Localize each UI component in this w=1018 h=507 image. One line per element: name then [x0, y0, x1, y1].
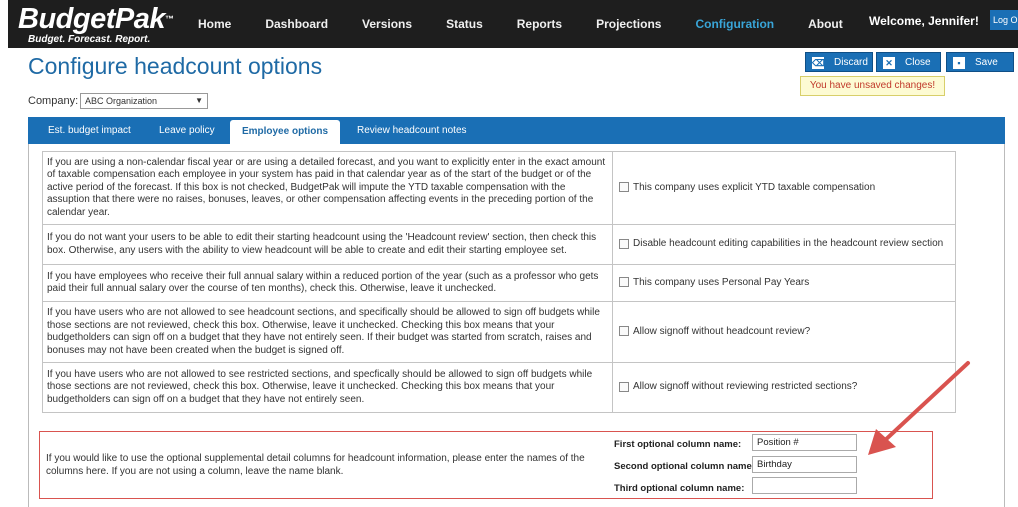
- table-row: If you have users who are not allowed to…: [42, 362, 956, 413]
- checkbox[interactable]: [619, 238, 629, 249]
- first-column-label: First optional column name:: [614, 439, 742, 450]
- tab-est-budget-impact[interactable]: Est. budget impact: [48, 117, 131, 144]
- third-column-label: Third optional column name:: [614, 483, 745, 494]
- budgetpak-logo[interactable]: BudgetPak™ Budget. Forecast. Report.: [18, 3, 174, 45]
- nav-item-about[interactable]: About: [808, 0, 843, 48]
- trash-icon: ⌫: [812, 57, 825, 69]
- logout-button[interactable]: Log Out: [990, 10, 1018, 30]
- company-select[interactable]: ABC Organization ▼: [80, 93, 208, 109]
- nav-item-status[interactable]: Status: [446, 0, 483, 48]
- logo-trademark: ™: [164, 14, 174, 24]
- third-column-input[interactable]: [752, 477, 857, 494]
- option-label: This company uses Personal Pay Years: [633, 276, 810, 288]
- logo-name: BudgetPak: [18, 3, 165, 35]
- top-nav-bar: BudgetPak™ Budget. Forecast. Report. Hom…: [8, 0, 1018, 48]
- company-select-value: ABC Organization: [85, 96, 158, 106]
- supplemental-description: If you would like to use the optional su…: [46, 453, 585, 477]
- second-column-label: Second optional column name:: [614, 461, 755, 472]
- welcome-message: Welcome, Jennifer!: [869, 14, 979, 28]
- table-row: If you do not want your users to be able…: [42, 224, 956, 265]
- page-title: Configure headcount options: [28, 53, 323, 79]
- option-control: This company uses Personal Pay Years: [612, 264, 956, 302]
- option-description: If you are using a non-calendar fiscal y…: [42, 151, 613, 225]
- save-button[interactable]: ▪ Save: [946, 52, 1014, 72]
- close-icon: ✕: [883, 57, 895, 69]
- option-label: Disable headcount editing capabilities i…: [633, 238, 944, 250]
- close-label: Close: [905, 57, 931, 68]
- tab-bar: Est. budget impact Leave policy Employee…: [28, 117, 1005, 144]
- discard-label: Discard: [834, 57, 868, 68]
- option-control: Disable headcount editing capabilities i…: [612, 224, 956, 265]
- nav-item-reports[interactable]: Reports: [517, 0, 562, 48]
- checkbox[interactable]: [619, 277, 629, 288]
- tab-review-headcount-notes[interactable]: Review headcount notes: [357, 117, 467, 144]
- save-label: Save: [975, 57, 998, 68]
- table-row: If you have employees who receive their …: [42, 264, 956, 302]
- close-button[interactable]: ✕ Close: [876, 52, 941, 72]
- second-column-input[interactable]: Birthday: [752, 456, 857, 473]
- option-description: If you have employees who receive their …: [42, 264, 613, 302]
- tab-leave-policy[interactable]: Leave policy: [159, 117, 215, 144]
- table-row: If you are using a non-calendar fiscal y…: [42, 151, 956, 225]
- tab-employee-options[interactable]: Employee options: [230, 120, 340, 144]
- checkbox[interactable]: [619, 381, 629, 392]
- option-label: This company uses explicit YTD taxable c…: [633, 181, 876, 193]
- discard-button[interactable]: ⌫ Discard: [805, 52, 873, 72]
- unsaved-changes-notice: You have unsaved changes!: [800, 76, 945, 96]
- company-label: Company:: [28, 95, 79, 107]
- option-control: This company uses explicit YTD taxable c…: [612, 151, 956, 225]
- annotation-arrow-icon: [868, 361, 970, 455]
- nav-item-configuration[interactable]: Configuration: [695, 0, 774, 48]
- option-description: If you have users who are not allowed to…: [42, 301, 613, 363]
- checkbox[interactable]: [619, 326, 629, 337]
- nav-item-projections[interactable]: Projections: [596, 0, 661, 48]
- option-label: Allow signoff without reviewing restrict…: [633, 381, 858, 393]
- first-column-input[interactable]: Position #: [752, 434, 857, 451]
- nav-item-versions[interactable]: Versions: [362, 0, 412, 48]
- option-control: Allow signoff without headcount review?: [612, 301, 956, 363]
- chevron-down-icon: ▼: [195, 96, 203, 105]
- main-nav: Home Dashboard Versions Status Reports P…: [198, 0, 877, 48]
- logo-tagline: Budget. Forecast. Report.: [28, 34, 151, 45]
- option-description: If you have users who are not allowed to…: [42, 362, 613, 413]
- nav-item-home[interactable]: Home: [198, 0, 231, 48]
- checkbox[interactable]: [619, 182, 629, 193]
- option-description: If you do not want your users to be able…: [42, 224, 613, 265]
- nav-item-dashboard[interactable]: Dashboard: [265, 0, 328, 48]
- save-icon: ▪: [953, 57, 965, 69]
- table-row: If you have users who are not allowed to…: [42, 301, 956, 363]
- options-table: If you are using a non-calendar fiscal y…: [42, 151, 956, 413]
- option-label: Allow signoff without headcount review?: [633, 325, 811, 337]
